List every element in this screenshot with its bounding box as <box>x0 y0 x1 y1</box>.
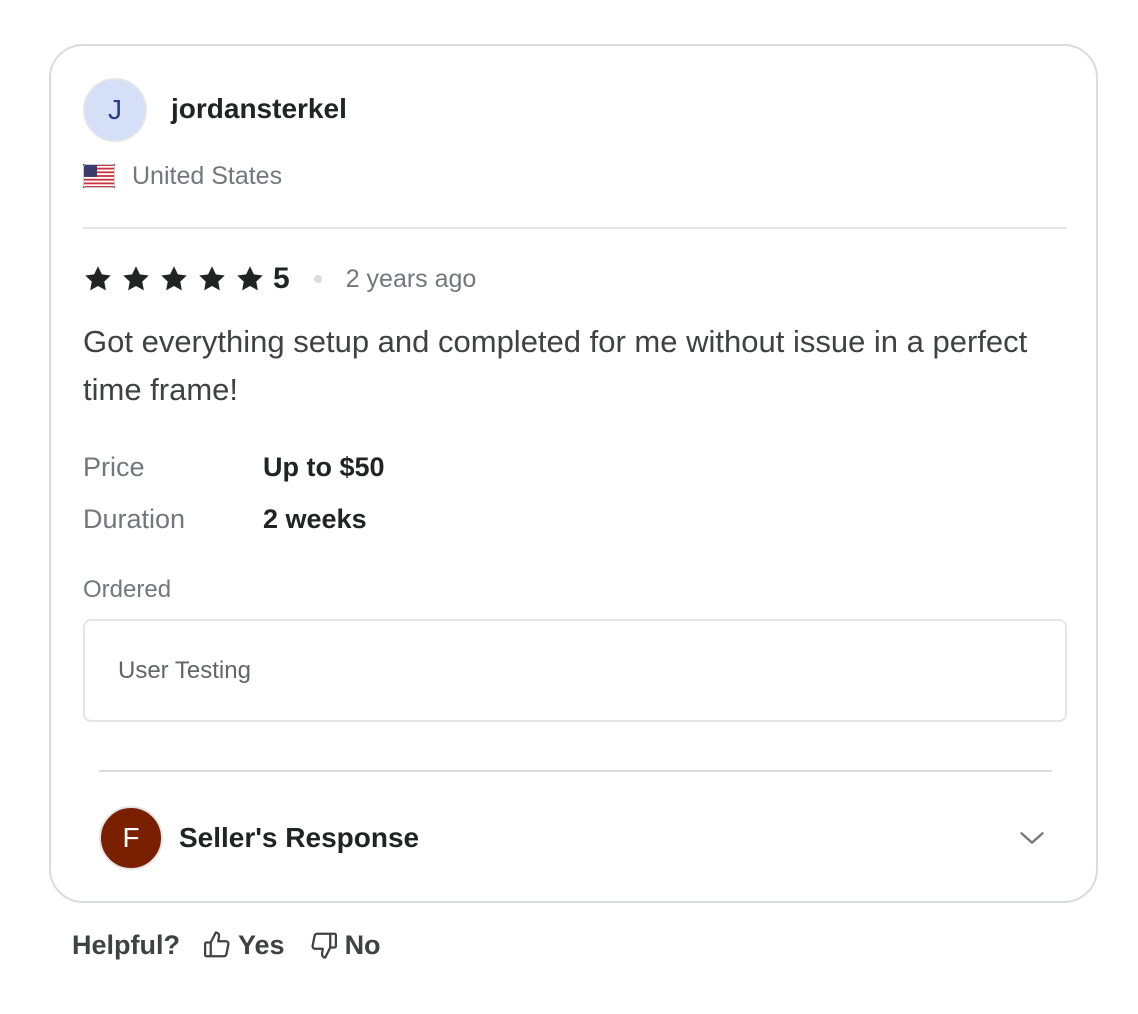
chevron-down-icon[interactable] <box>1018 824 1046 852</box>
duration-label: Duration <box>83 503 186 534</box>
helpful-no-button[interactable]: No <box>309 930 381 961</box>
review-card: J jordansterkel United States 5 2 years … <box>49 44 1098 903</box>
price-value: Up to $50 <box>263 451 385 482</box>
helpful-yes-label: Yes <box>238 929 285 960</box>
helpful-no-label: No <box>344 929 381 960</box>
reviewer-avatar-initial: J <box>108 94 122 125</box>
star-icon <box>161 266 187 291</box>
thumbs-up-icon <box>204 931 230 958</box>
review-time-ago: 2 years ago <box>345 264 477 293</box>
ordered-item-box[interactable]: User Testing <box>83 619 1067 722</box>
rating-row: 5 2 years ago <box>83 261 476 297</box>
star-icon <box>123 266 149 291</box>
reviewer-username[interactable]: jordansterkel <box>171 91 347 127</box>
reviewer-avatar[interactable]: J <box>83 78 147 142</box>
header-divider <box>83 227 1067 229</box>
rating-value: 5 <box>273 262 290 295</box>
seller-avatar: F <box>99 806 163 870</box>
star-icon <box>85 266 111 291</box>
reviewer-country: United States <box>83 161 282 191</box>
seller-response-title: Seller's Response <box>179 822 420 853</box>
country-name: United States <box>132 162 283 190</box>
separator-dot <box>313 275 322 283</box>
duration-row: Duration 2 weeks <box>83 501 367 537</box>
review-text: Got everything setup and completed for m… <box>83 324 1028 407</box>
helpful-yes-button[interactable]: Yes <box>202 930 285 961</box>
helpful-row: Helpful? Yes No <box>72 925 405 965</box>
seller-avatar-initial: F <box>122 822 140 853</box>
duration-value: 2 weeks <box>263 503 367 534</box>
ordered-item-name: User Testing <box>118 656 251 684</box>
ordered-label: Ordered <box>83 576 172 603</box>
star-icon <box>237 266 263 291</box>
price-row: Price Up to $50 <box>83 449 385 485</box>
helpful-label: Helpful? <box>72 929 180 960</box>
thumbs-down-icon <box>311 932 337 959</box>
seller-response-divider <box>99 770 1052 772</box>
price-label: Price <box>83 451 145 482</box>
us-flag-icon <box>83 164 115 188</box>
star-icon <box>199 266 225 291</box>
seller-response-toggle[interactable]: F Seller's Response <box>99 806 1052 870</box>
